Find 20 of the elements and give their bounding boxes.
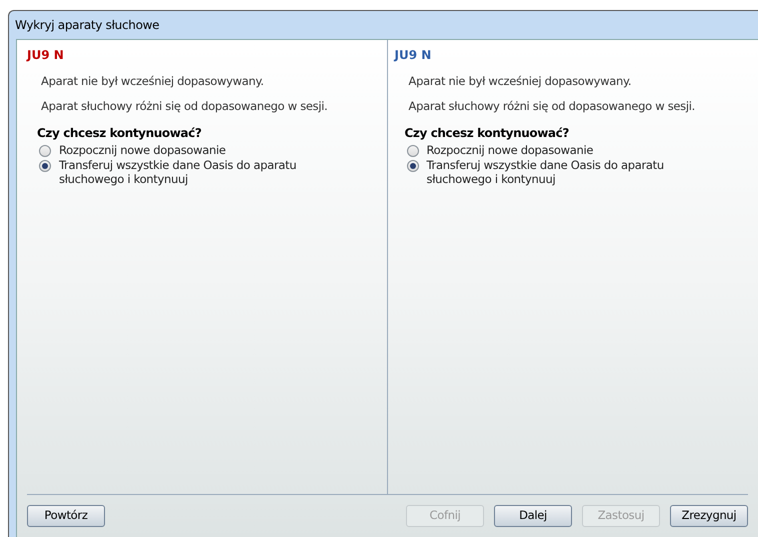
radio-button[interactable] [39,160,51,172]
radio-button[interactable] [39,144,51,156]
dialog-button[interactable]: Powtórz [27,505,105,527]
radio-button[interactable] [406,160,418,172]
message-text: Aparat nie był wcześniej dopasowywany. [41,73,264,90]
device-name: JU9 N [394,47,432,64]
question-text: Czy chcesz kontynuować? [37,124,202,142]
option-label[interactable]: Rozpocznij nowe dopasowanie [59,142,344,156]
option-label[interactable]: Transferuj wszystkie dane Oasis do aparatu słuchowego i kontynuuj [59,158,344,186]
window-title: Wykryj aparaty słuchowe [15,17,160,34]
message-text: Aparat słuchowy różni się od dopasowanego w sesji. [408,98,695,116]
question-text: Czy chcesz kontynuować? [404,124,569,142]
message-text: Aparat nie był wcześniej dopasowywany. [408,73,632,90]
radio-button[interactable] [406,144,418,156]
dialog-button[interactable]: Dalej [494,505,572,527]
dialog-button[interactable]: Zrezygnuj [670,505,748,527]
device-name: JU9 N [27,47,64,64]
message-text: Aparat słuchowy różni się od dopasowanego w sesji. [41,98,328,116]
option-label[interactable]: Transferuj wszystkie dane Oasis do aparatu słuchowego i kontynuuj [426,158,712,186]
option-label[interactable]: Rozpocznij nowe dopasowanie [426,142,712,156]
